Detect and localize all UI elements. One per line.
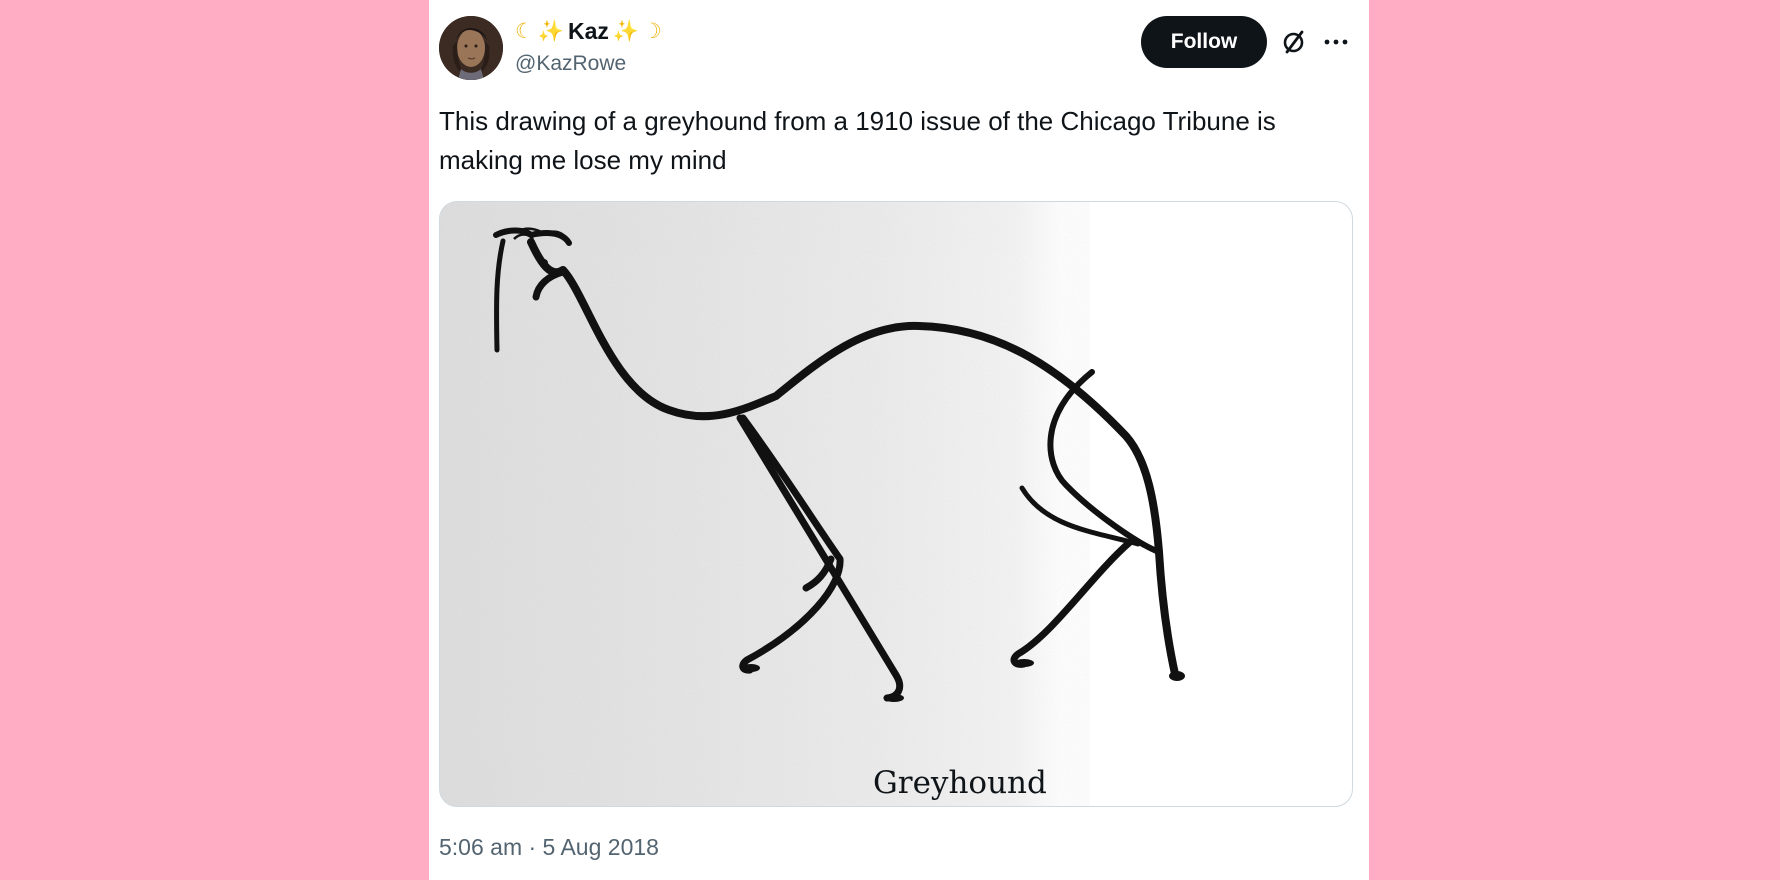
greyhound-drawing-image[interactable]: Greyhound [439, 201, 1353, 807]
tweet-card: ☾ ✨ Kaz ✨ ☽ @KazRowe Follow This drawing… [429, 0, 1369, 880]
user-handle[interactable]: @KazRowe [515, 50, 626, 78]
tweet-timestamp[interactable]: 5:06 am · 5 Aug 2018 [439, 832, 659, 862]
avatar[interactable] [439, 16, 503, 80]
slashed-circle-icon[interactable] [1280, 28, 1308, 56]
sparkles-icon: ✨ [537, 18, 564, 43]
moon-icon: ☽ [643, 18, 662, 43]
display-name[interactable]: Kaz [568, 16, 609, 46]
tweet-text: This drawing of a greyhound from a 1910 … [439, 106, 1276, 175]
more-horizontal-icon[interactable] [1322, 28, 1350, 56]
display-name-row[interactable]: ☾ ✨ Kaz ✨ ☽ [515, 16, 662, 46]
moon-icon: ☾ [515, 18, 534, 43]
image-caption: Greyhound [873, 765, 1047, 801]
sparkles-icon: ✨ [612, 18, 640, 43]
follow-button[interactable]: Follow [1141, 16, 1267, 68]
